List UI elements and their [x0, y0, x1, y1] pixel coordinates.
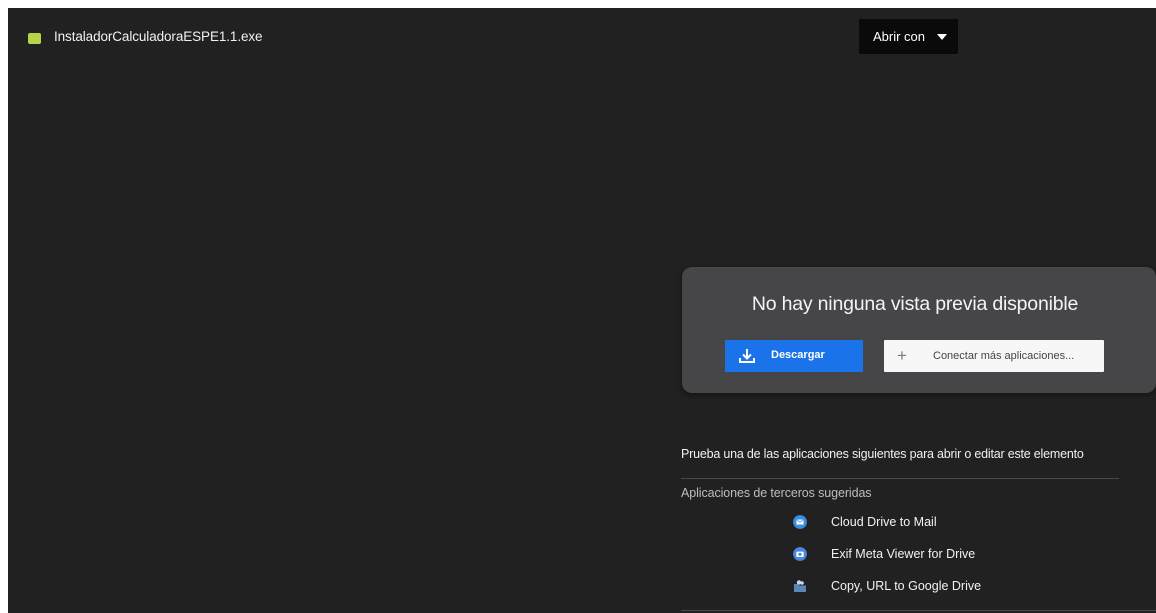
cloud-folder-icon: [794, 580, 806, 592]
divider: [681, 610, 1156, 611]
no-preview-card: No hay ninguna vista previa disponible D…: [682, 267, 1156, 393]
no-preview-message: No hay ninguna vista previa disponible: [751, 293, 1079, 315]
download-label: Descargar: [771, 349, 825, 361]
suggested-app-label: Exif Meta Viewer for Drive: [831, 547, 976, 561]
open-with-label: Abrir con: [873, 29, 926, 44]
camera-icon: [793, 547, 807, 561]
mail-icon: [793, 515, 807, 529]
caret-down-icon: [937, 34, 947, 40]
plus-icon: +: [897, 346, 907, 365]
suggestion-prompt: Prueba una de las aplicaciones siguiente…: [681, 447, 1084, 461]
divider: [681, 478, 1119, 479]
connect-more-apps-button[interactable]: + Conectar más aplicaciones...: [884, 340, 1104, 372]
suggested-app-label: Copy, URL to Google Drive: [831, 579, 982, 593]
executable-file-icon: [28, 33, 41, 44]
file-name: InstaladorCalculadoraESPE1.1.exe: [54, 29, 263, 44]
download-icon: [739, 349, 755, 363]
file-header: InstaladorCalculadoraESPE1.1.exe Abrir c…: [8, 8, 1156, 64]
open-with-button[interactable]: Abrir con: [859, 19, 958, 54]
download-button[interactable]: Descargar: [725, 340, 863, 372]
file-preview-viewer: InstaladorCalculadoraESPE1.1.exe Abrir c…: [8, 8, 1156, 613]
suggested-app-label: Cloud Drive to Mail: [831, 515, 937, 529]
third-party-apps-heading: Aplicaciones de terceros sugeridas: [681, 486, 872, 500]
connect-more-apps-label: Conectar más aplicaciones...: [933, 350, 1075, 362]
